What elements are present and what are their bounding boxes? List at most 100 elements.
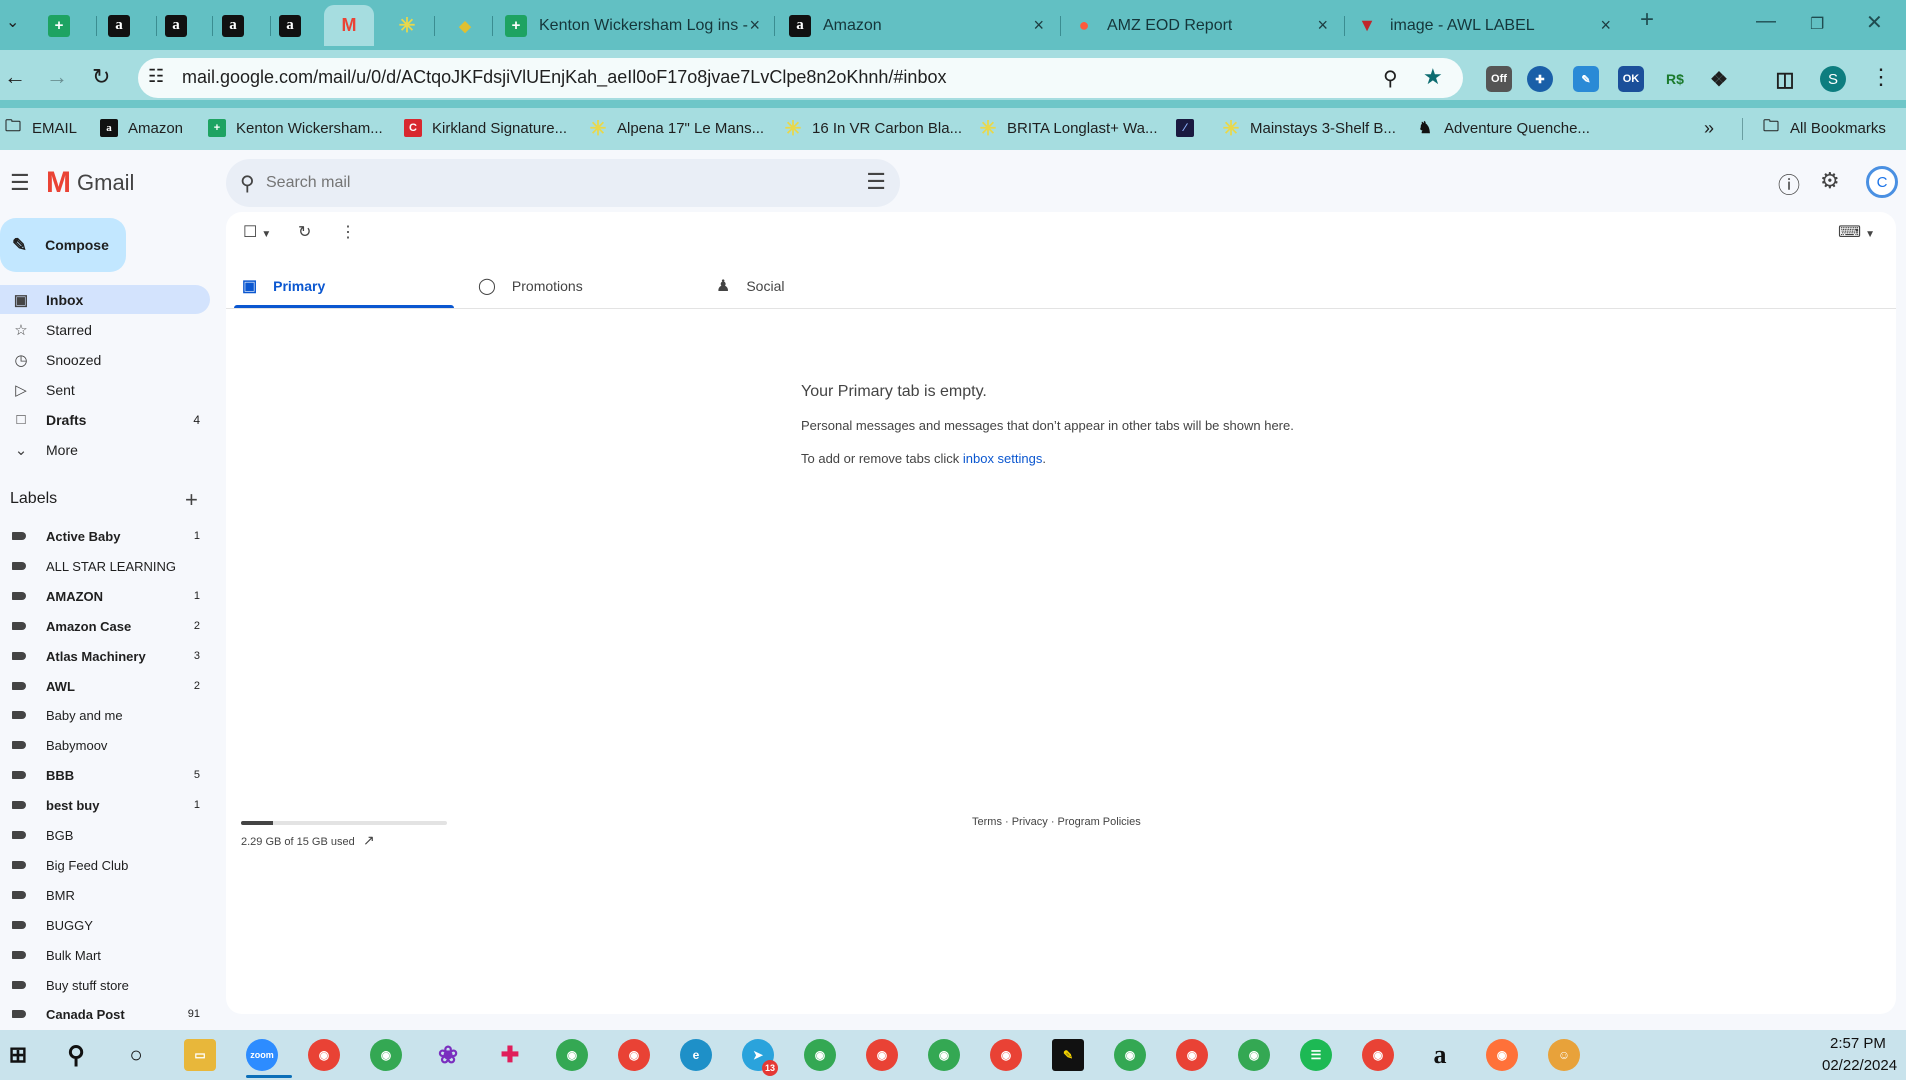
chrome-icon[interactable]: ◉ xyxy=(804,1039,836,1071)
browser-tab-1[interactable]: + xyxy=(48,5,88,46)
app-icon[interactable]: ❀ xyxy=(432,1039,464,1071)
search-input[interactable] xyxy=(266,169,826,197)
add-label-plus-icon[interactable]: + xyxy=(185,487,198,513)
minimize-icon[interactable]: — xyxy=(1756,10,1776,33)
chrome-icon[interactable]: ◉ xyxy=(928,1039,960,1071)
chrome-icon[interactable]: ◉ xyxy=(308,1039,340,1071)
chrome-icon[interactable]: ◉ xyxy=(990,1039,1022,1071)
search-options-icon[interactable]: ☰ xyxy=(866,169,886,195)
settings-gear-icon[interactable]: ⚙ xyxy=(1820,168,1840,194)
spotify-icon[interactable]: ☰ xyxy=(1300,1039,1332,1071)
all-bookmarks[interactable]: 🗀 All Bookmarks xyxy=(1762,116,1886,140)
restore-icon[interactable]: ❐ xyxy=(1810,14,1824,34)
chrome-icon[interactable]: ◉ xyxy=(556,1039,588,1071)
compose-button[interactable]: ✎ Compose xyxy=(0,218,126,272)
label-item[interactable]: BUGGY xyxy=(0,912,210,938)
search-icon[interactable]: ⚲ xyxy=(60,1039,92,1071)
chrome-icon[interactable]: ◉ xyxy=(618,1039,650,1071)
nav-sent[interactable]: ▷ Sent xyxy=(0,375,210,404)
edge-icon[interactable]: e xyxy=(680,1039,712,1071)
tab-primary[interactable]: ▣ Primary xyxy=(242,262,325,310)
label-item[interactable]: Babymoov xyxy=(0,732,210,758)
windows-start-icon[interactable]: ⊞ xyxy=(2,1039,34,1071)
label-item[interactable]: BMR xyxy=(0,882,210,908)
footer-links[interactable]: Terms · Privacy · Program Policies xyxy=(972,816,1141,828)
browser-tab-8[interactable]: ◆ xyxy=(454,5,494,46)
task-view-icon[interactable]: ○ xyxy=(120,1039,152,1071)
label-item[interactable]: Baby and me xyxy=(0,702,210,728)
zoom-magnifier-icon[interactable]: ⚲ xyxy=(1383,66,1398,91)
close-icon[interactable]: × xyxy=(749,15,760,36)
clock-time[interactable]: 2:57 PM xyxy=(1830,1035,1886,1052)
slack-icon[interactable]: ✚ xyxy=(494,1039,526,1071)
main-menu-icon[interactable]: ☰ xyxy=(10,170,30,196)
tab-promotions[interactable]: ◯ Promotions xyxy=(478,262,583,310)
bookmark-icon-only[interactable]: ∕ xyxy=(1176,116,1204,140)
search-icon[interactable]: ⚲ xyxy=(240,171,255,196)
bookmark-kenton[interactable]: + Kenton Wickersham... xyxy=(208,116,383,140)
label-item[interactable]: best buy 1 xyxy=(0,792,210,818)
chrome-icon[interactable]: ◉ xyxy=(1114,1039,1146,1071)
label-item[interactable]: ALL STAR LEARNING xyxy=(0,553,210,579)
browser-menu-icon[interactable]: ⋮ xyxy=(1870,64,1892,90)
browser-tab-amz-eod[interactable]: ● AMZ EOD Report × xyxy=(1073,5,1338,46)
nav-drafts[interactable]: □ Drafts 4 xyxy=(0,405,210,434)
gmail-logo[interactable]: M Gmail xyxy=(46,166,134,200)
more-options-icon[interactable]: ⋮ xyxy=(340,222,356,242)
bookmark-star-icon[interactable]: ★ xyxy=(1423,64,1443,90)
close-window-icon[interactable]: ✕ xyxy=(1866,10,1883,35)
browser-tab-amazon[interactable]: a Amazon × xyxy=(789,5,1054,46)
label-item[interactable]: BBB 5 xyxy=(0,762,210,788)
account-avatar[interactable]: C xyxy=(1866,166,1898,198)
side-panel-icon[interactable]: ◫ xyxy=(1772,66,1798,92)
label-item[interactable]: Buy stuff store xyxy=(0,972,210,998)
open-in-new-icon[interactable]: ↗ xyxy=(363,832,375,849)
bookmarks-overflow-icon[interactable]: » xyxy=(1704,116,1714,140)
label-item[interactable]: Amazon Case 2 xyxy=(0,613,210,639)
extension-off-icon[interactable]: Off xyxy=(1486,66,1512,92)
file-explorer-icon[interactable]: ▭ xyxy=(184,1039,216,1071)
app-icon[interactable]: ☺ xyxy=(1548,1039,1580,1071)
bookmark-alpena[interactable]: ✳ Alpena 17" Le Mans... xyxy=(589,116,764,140)
label-item[interactable]: BGB xyxy=(0,822,210,848)
extension-icon[interactable]: ✎ xyxy=(1573,66,1599,92)
label-item[interactable]: AWL 2 xyxy=(0,673,210,699)
chrome-icon[interactable]: ◉ xyxy=(1362,1039,1394,1071)
chrome-icon[interactable]: ◉ xyxy=(866,1039,898,1071)
inbox-settings-link[interactable]: inbox settings xyxy=(963,451,1043,466)
chrome-icon[interactable]: ◉ xyxy=(1176,1039,1208,1071)
firefox-icon[interactable]: ◉ xyxy=(1486,1039,1518,1071)
label-item[interactable]: Canada Post 91 xyxy=(0,1001,210,1027)
bookmark-amazon[interactable]: a Amazon xyxy=(100,116,183,140)
help-icon[interactable]: ⓘ xyxy=(1778,168,1800,200)
browser-tab-7[interactable]: ✳ xyxy=(396,5,436,46)
browser-tab-awl-label[interactable]: ▼ image - AWL LABEL × xyxy=(1356,5,1621,46)
profile-avatar[interactable]: S xyxy=(1820,66,1846,92)
tab-social[interactable]: ♟ Social xyxy=(716,262,784,310)
chrome-icon[interactable]: ◉ xyxy=(370,1039,402,1071)
label-item[interactable]: Atlas Machinery 3 xyxy=(0,643,210,669)
browser-tab-4[interactable]: a xyxy=(222,5,262,46)
url-text[interactable]: mail.google.com/mail/u/0/d/ACtqoJKFdsjiV… xyxy=(182,67,946,88)
tab-search-chevron-icon[interactable]: ⌄ xyxy=(6,12,19,32)
label-item[interactable]: Bulk Mart xyxy=(0,942,210,968)
caret-down-icon[interactable]: ▼ xyxy=(1865,229,1875,240)
browser-tab-5[interactable]: a xyxy=(279,5,319,46)
label-item[interactable]: Active Baby 1 xyxy=(0,523,210,549)
caret-down-icon[interactable]: ▼ xyxy=(261,229,271,240)
clock-date[interactable]: 02/22/2024 xyxy=(1822,1057,1897,1074)
bookmark-brita[interactable]: ✳ BRITA Longlast+ Wa... xyxy=(979,116,1158,140)
bookmark-adventure[interactable]: ♞ Adventure Quenche... xyxy=(1416,116,1590,140)
nav-more[interactable]: ⌄ More xyxy=(0,435,210,464)
close-icon[interactable]: × xyxy=(1317,15,1328,36)
browser-tab-kenton[interactable]: + Kenton Wickersham Log ins - × xyxy=(505,5,770,46)
chrome-icon[interactable]: ◉ xyxy=(1238,1039,1270,1071)
bookmark-folder-email[interactable]: 🗀 EMAIL xyxy=(4,116,77,140)
close-icon[interactable]: × xyxy=(1033,15,1044,36)
close-icon[interactable]: × xyxy=(1600,15,1611,36)
new-tab-plus-icon[interactable]: + xyxy=(1640,6,1654,34)
bookmark-kirkland[interactable]: C Kirkland Signature... xyxy=(404,116,567,140)
site-settings-icon[interactable]: ☷ xyxy=(148,66,164,87)
extension-icon[interactable]: ✚ xyxy=(1527,66,1553,92)
extension-icon[interactable]: R$ xyxy=(1662,66,1688,92)
